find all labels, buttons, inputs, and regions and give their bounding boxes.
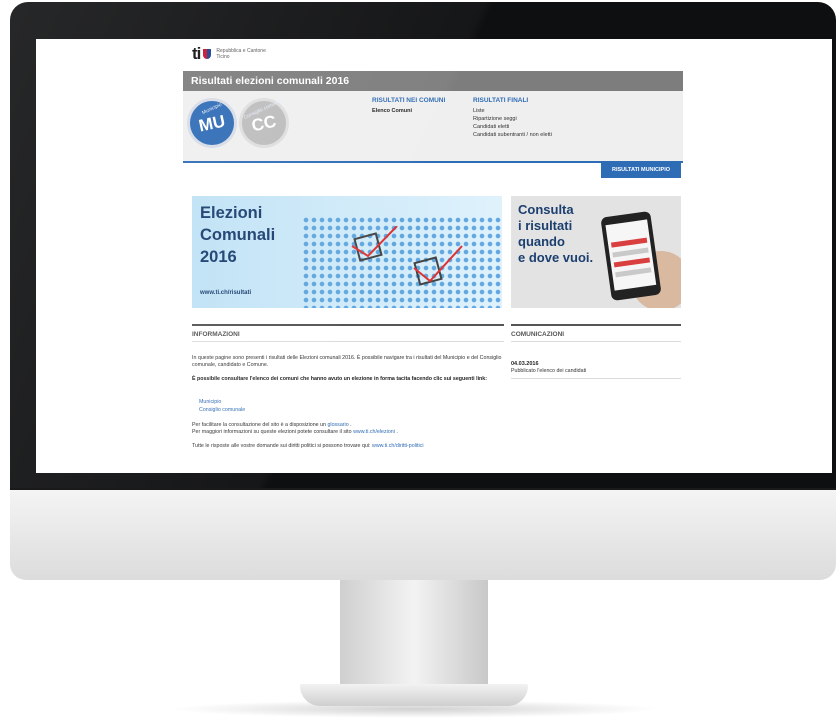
- phone-screen: [605, 219, 657, 291]
- page-title-bar: Risultati elezioni comunali 2016: [183, 71, 683, 91]
- banner-title-line2: Comunali: [200, 226, 276, 244]
- comunicazione-divider: [511, 378, 681, 379]
- monitor-stand-neck: [340, 580, 488, 686]
- consiglio-circle-button[interactable]: Consiglio comunale CC: [242, 97, 286, 145]
- info-glossary: Per facilitare la consultazione del sito…: [192, 422, 352, 428]
- comunicazioni-rule: [511, 341, 681, 342]
- smartphone-graphic: [600, 210, 662, 302]
- nav-link-subentranti[interactable]: Candidati subentranti / non eletti: [473, 131, 552, 139]
- canton-logo[interactable]: ti Repubblica e Cantone Ticino: [192, 44, 266, 63]
- info-faq: Tutte le risposte alle vostre domande su…: [192, 443, 504, 450]
- link-consiglio-tacito[interactable]: Consiglio comunale: [199, 407, 245, 413]
- shield-icon: [203, 49, 212, 59]
- nav-link-elenco-comuni[interactable]: Elenco Comuni: [372, 107, 445, 115]
- glossary-link[interactable]: glossario: [327, 422, 348, 428]
- mobile-banner-line1: Consulta: [518, 202, 574, 217]
- nav-link-eletti[interactable]: Candidati eletti: [473, 123, 552, 131]
- informazioni-heading: INFORMAZIONI: [192, 324, 504, 338]
- link-municipio-tacito[interactable]: Municipio: [199, 399, 221, 405]
- monitor-chin: [10, 490, 836, 580]
- screen: ti Repubblica e Cantone Ticino Risultati…: [36, 39, 832, 473]
- mobile-banner-line4: e dove vuoi.: [518, 250, 594, 265]
- diritti-politici-link[interactable]: www.ti.ch/diritti-politici: [372, 443, 424, 449]
- faq-text: Tutte le risposte alle vostre domande su…: [192, 443, 371, 449]
- monitor-bezel: ti Repubblica e Cantone Ticino Risultati…: [10, 2, 836, 490]
- comunicazione-text[interactable]: Pubblicato l'elenco dei candidati: [511, 368, 586, 374]
- logo-text-line2: Ticino: [216, 54, 230, 60]
- web-page: ti Repubblica e Cantone Ticino Risultati…: [183, 39, 683, 473]
- banner-url: www.ti.ch/risultati: [200, 290, 252, 296]
- municipio-circle-button[interactable]: Municipio MU: [190, 101, 234, 145]
- phone-row: [613, 257, 651, 268]
- glossary-text: Per facilitare la consultazione del sito…: [192, 422, 326, 428]
- banner-title-line3: 2016: [200, 248, 237, 266]
- nav-heading-finali[interactable]: RISULTATI FINALI: [473, 97, 552, 105]
- logo-text: Repubblica e Cantone Ticino: [216, 48, 265, 60]
- comunicazioni-heading: COMUNICAZIONI: [511, 324, 681, 338]
- elezioni-link[interactable]: www.ti.ch/elezioni: [353, 429, 395, 435]
- ballot-checkmarks-graphic: [351, 226, 463, 286]
- nav-heading-comuni[interactable]: RISULTATI NEI COMUNI: [372, 97, 445, 105]
- logo-mark: ti: [192, 44, 201, 63]
- phone-row: [610, 237, 648, 248]
- info-intro: In queste pagine sono presenti i risulta…: [192, 355, 502, 368]
- phone-row: [615, 267, 652, 278]
- mobile-banner-line3: quando: [518, 234, 565, 249]
- info-tacit: È possibile consultare l'elenco dei comu…: [192, 376, 488, 382]
- informazioni-rule: [192, 341, 504, 342]
- more-text: Per maggiori informazioni su queste elez…: [192, 429, 352, 435]
- risultati-municipio-tab[interactable]: RISULTATI MUNICIPIO: [601, 163, 681, 178]
- info-more: Per maggiori informazioni su queste elez…: [192, 429, 398, 435]
- monitor-stand-foot: [300, 684, 528, 706]
- mobile-banner[interactable]: Consulta i risultati quando e dove vuoi.: [511, 196, 681, 308]
- nav-link-ripartizione[interactable]: Ripartizione seggi: [473, 115, 552, 123]
- banner-title-line1: Elezioni: [200, 204, 263, 222]
- nav-col-finali: RISULTATI FINALI Liste Ripartizione segg…: [473, 97, 552, 139]
- comunicazione-date: 04.03.2016: [511, 361, 539, 367]
- results-nav: Municipio MU Consiglio comunale CC RISUL…: [183, 91, 683, 161]
- mobile-banner-line2: i risultati: [518, 218, 573, 233]
- page-title: Risultati elezioni comunali 2016: [191, 75, 350, 87]
- nav-col-comuni: RISULTATI NEI COMUNI Elenco Comuni: [372, 97, 445, 115]
- phone-row: [612, 247, 649, 258]
- elezioni-banner[interactable]: Elezioni Comunali 2016 www.ti.ch/risulta…: [192, 196, 502, 308]
- nav-link-liste[interactable]: Liste: [473, 107, 552, 115]
